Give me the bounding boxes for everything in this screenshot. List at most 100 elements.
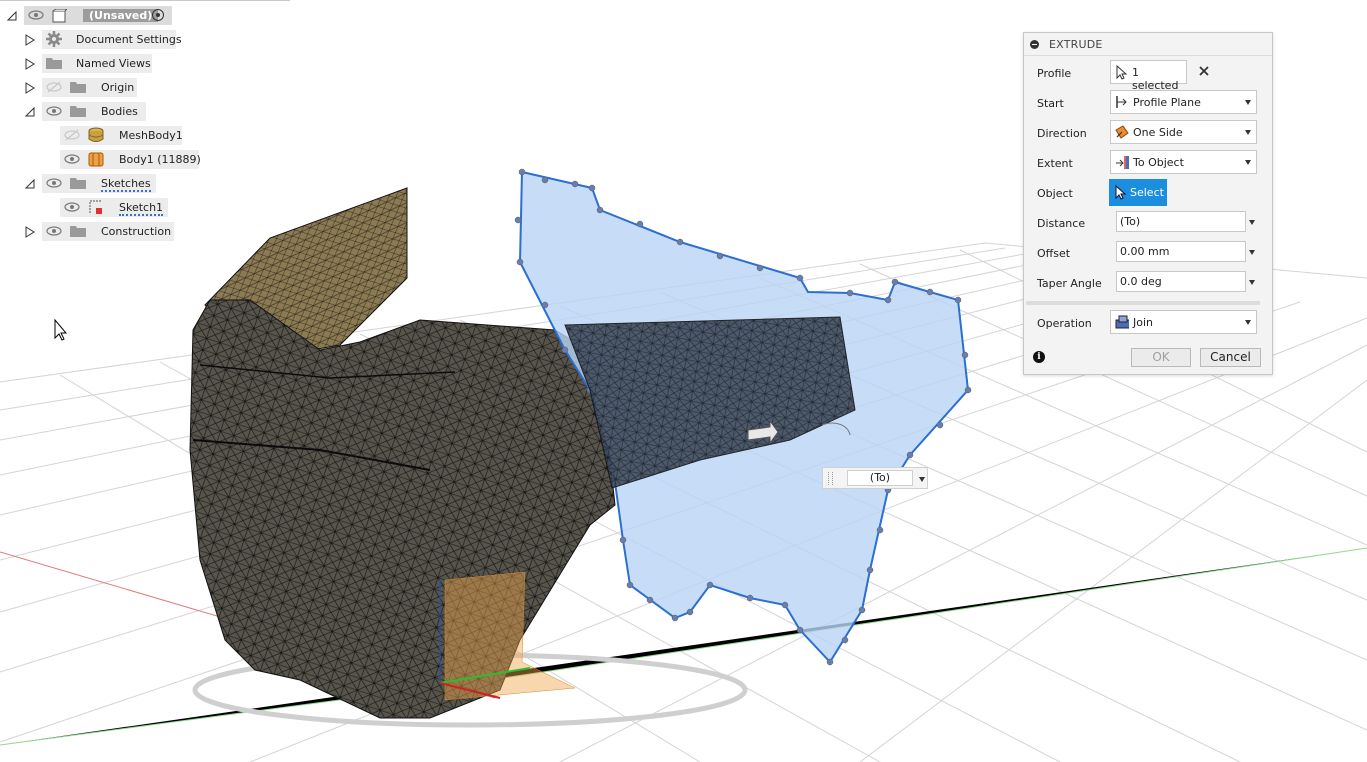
chevron-down-icon[interactable]: [919, 477, 925, 482]
visibility-eye-hidden-icon[interactable]: [64, 129, 80, 141]
folder-icon: [69, 103, 87, 119]
offset-row: Offset 0.00 mm: [1024, 238, 1272, 268]
folder-icon: [69, 223, 87, 239]
visibility-eye-icon[interactable]: [64, 153, 80, 165]
direction-row: Direction One Side: [1024, 118, 1272, 148]
browser-item-body1[interactable]: Body1 (11889): [60, 150, 201, 169]
sketch-icon: [87, 199, 105, 215]
object-label: Object: [1037, 187, 1073, 200]
start-label: Start: [1037, 97, 1064, 110]
pointer-icon: [1115, 185, 1127, 200]
extrude-dialog: EXTRUDE Profile 1 selected Start Profile…: [1023, 32, 1273, 375]
taper-angle-row: Taper Angle 0.0 deg: [1024, 268, 1272, 298]
extent-dropdown[interactable]: To Object: [1110, 150, 1257, 174]
distance-label: Distance: [1037, 217, 1086, 230]
start-dropdown[interactable]: Profile Plane: [1110, 90, 1257, 114]
browser-item-construction[interactable]: Construction: [42, 222, 174, 241]
offset-label: Offset: [1037, 247, 1071, 260]
one-side-icon: [1115, 125, 1129, 139]
browser-item-origin[interactable]: Origin: [42, 78, 137, 97]
join-icon: [1115, 315, 1129, 329]
dialog-separator: [1026, 301, 1260, 305]
start-value: Profile Plane: [1133, 96, 1201, 109]
browser-item-label: Origin: [101, 81, 135, 94]
dialog-title: EXTRUDE: [1049, 38, 1103, 51]
object-select-label: Select: [1130, 186, 1164, 199]
browser-item-bodies[interactable]: Bodies: [42, 102, 146, 121]
operation-label: Operation: [1037, 317, 1092, 330]
cancel-button[interactable]: Cancel: [1200, 348, 1261, 367]
browser-item-label: Bodies: [101, 105, 138, 118]
dialog-header[interactable]: EXTRUDE: [1024, 33, 1272, 56]
chevron-down-icon[interactable]: [1249, 220, 1255, 225]
expand-triangle-named-views[interactable]: [24, 57, 36, 71]
offset-input[interactable]: 0.00 mm: [1116, 241, 1246, 262]
expand-triangle-origin[interactable]: [24, 81, 36, 95]
chevron-down-icon: [1245, 130, 1251, 135]
visibility-eye-icon[interactable]: [28, 9, 44, 21]
browser-root-row[interactable]: (Unsaved): [24, 6, 172, 25]
visibility-eye-icon[interactable]: [64, 201, 80, 213]
browser-item-label: Named Views: [76, 57, 151, 70]
start-row: Start Profile Plane: [1024, 88, 1272, 118]
browser-item-label: MeshBody1: [119, 129, 183, 142]
visibility-eye-icon[interactable]: [46, 177, 62, 189]
browser-item-sketch1[interactable]: Sketch1: [60, 198, 168, 217]
browser-item-meshbody1[interactable]: MeshBody1: [60, 126, 183, 145]
collapse-triangle-sketches[interactable]: [24, 177, 36, 191]
extent-value: To Object: [1133, 156, 1184, 169]
canvas-distance-value[interactable]: (To): [847, 470, 913, 486]
visibility-eye-hidden-icon[interactable]: [46, 81, 62, 93]
activate-radio-icon[interactable]: [152, 9, 164, 21]
distance-input[interactable]: (To): [1116, 211, 1246, 232]
browser-item-label: Sketch1: [119, 201, 164, 216]
expand-triangle-construction[interactable]: [24, 225, 36, 239]
operation-row: Operation Join: [1024, 308, 1272, 338]
object-row: Object Select: [1024, 178, 1272, 208]
visibility-eye-icon[interactable]: [46, 105, 62, 117]
browser-item-label: Body1 (11889): [119, 153, 201, 166]
collapse-triangle-bodies[interactable]: [24, 105, 36, 119]
browser-item-label: Sketches: [101, 177, 151, 192]
collapse-dialog-icon[interactable]: [1030, 40, 1039, 49]
browser-panel: (Unsaved) Document Settings Named Views: [0, 0, 290, 250]
folder-icon: [69, 79, 87, 95]
pointer-icon: [1116, 65, 1128, 80]
canvas-distance-input[interactable]: (To): [822, 467, 928, 489]
object-select-button[interactable]: Select: [1109, 179, 1167, 206]
body-icon: [87, 151, 105, 167]
clear-selection-icon[interactable]: [1197, 64, 1211, 78]
extent-row: Extent To Object: [1024, 148, 1272, 178]
taper-angle-input[interactable]: 0.0 deg: [1116, 271, 1246, 292]
operation-value: Join: [1133, 316, 1154, 329]
profile-label: Profile: [1037, 67, 1072, 80]
chevron-down-icon[interactable]: [1249, 250, 1255, 255]
browser-item-label: Document Settings: [76, 33, 182, 46]
direction-value: One Side: [1133, 126, 1183, 139]
chevron-down-icon: [1245, 320, 1251, 325]
chevron-down-icon[interactable]: [1249, 280, 1255, 285]
origin-plane: [444, 571, 576, 701]
gear-icon: [45, 31, 63, 47]
document-icon: [50, 8, 68, 24]
direction-label: Direction: [1037, 127, 1087, 140]
direction-dropdown[interactable]: One Side: [1110, 120, 1257, 144]
browser-item-label: Construction: [101, 225, 172, 238]
mouse-cursor: [54, 318, 68, 341]
profile-plane-icon: [1116, 96, 1127, 108]
profile-selection[interactable]: 1 selected: [1110, 60, 1187, 92]
drag-grip-icon[interactable]: [828, 472, 833, 485]
mesh-body-icon: [87, 127, 105, 143]
collapse-triangle-root[interactable]: [6, 9, 18, 23]
browser-item-sketches[interactable]: Sketches: [42, 174, 156, 193]
browser-item-named-views[interactable]: Named Views: [42, 54, 152, 73]
operation-dropdown[interactable]: Join: [1110, 310, 1257, 334]
extent-label: Extent: [1037, 157, 1073, 170]
expand-triangle-document-settings[interactable]: [24, 33, 36, 47]
profile-row: Profile 1 selected: [1024, 58, 1272, 92]
browser-item-document-settings[interactable]: Document Settings: [42, 30, 182, 49]
folder-icon: [69, 175, 87, 191]
info-icon[interactable]: i: [1033, 351, 1045, 363]
visibility-eye-icon[interactable]: [46, 225, 62, 237]
ok-button[interactable]: OK: [1131, 348, 1191, 367]
